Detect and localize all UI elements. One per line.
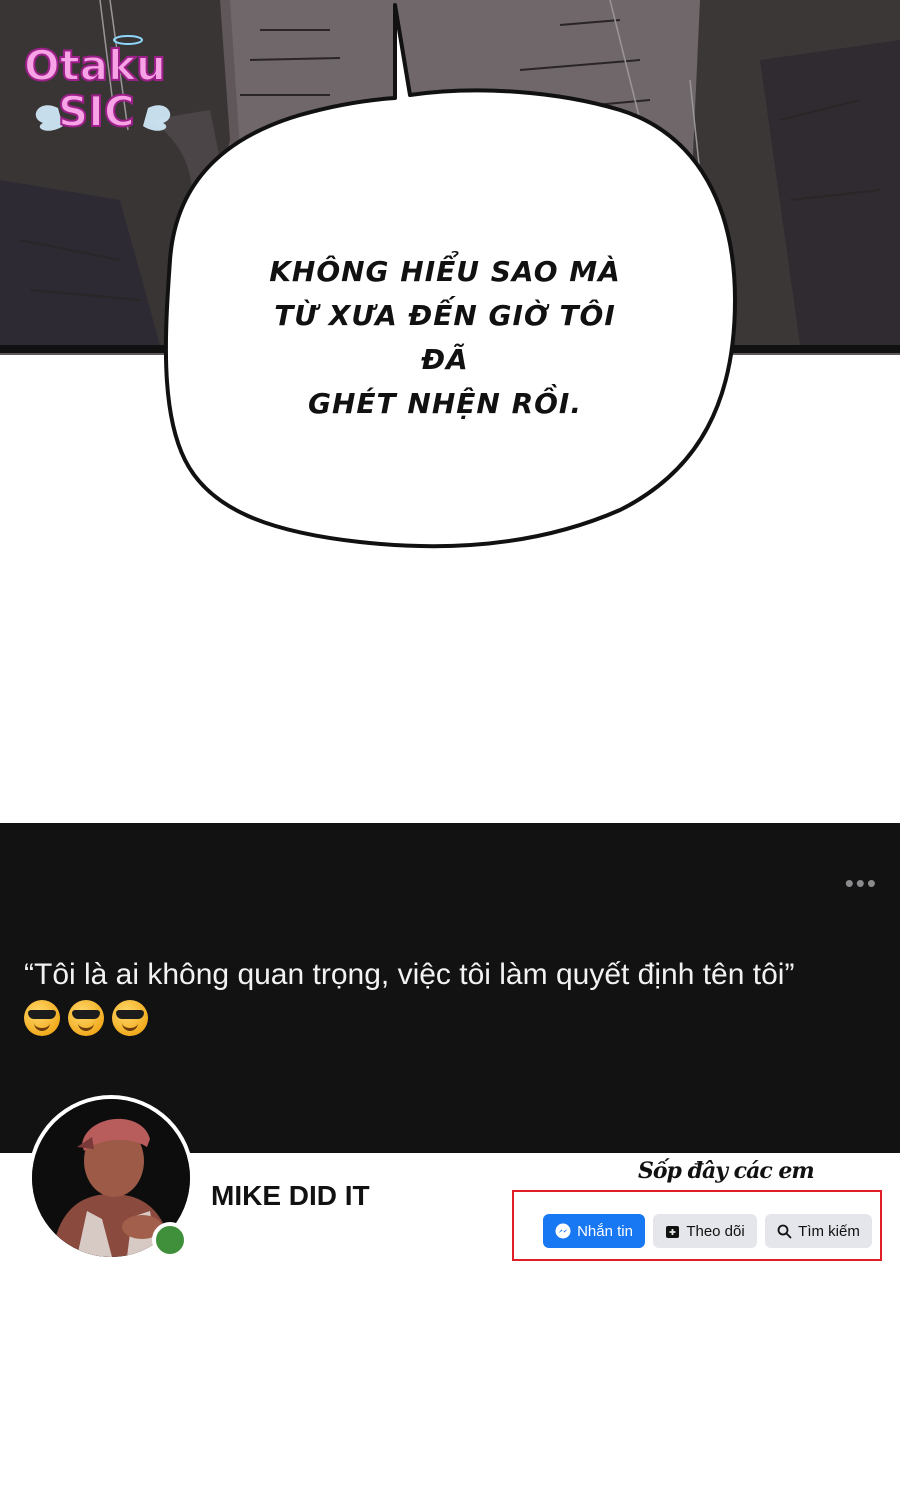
- search-button-label: Tìm kiếm: [798, 1222, 860, 1240]
- emoji-row: [24, 1000, 148, 1036]
- follow-button[interactable]: Theo dõi: [653, 1214, 757, 1248]
- message-button-label: Nhắn tin: [577, 1222, 633, 1240]
- bubble-line: KHÔNG HIỂU SAO MÀ: [269, 255, 621, 288]
- sunglasses-emoji-icon: [112, 1000, 148, 1036]
- follow-button-label: Theo dõi: [686, 1222, 745, 1240]
- follow-icon: [666, 1225, 680, 1238]
- sunglasses-emoji-icon: [24, 1000, 60, 1036]
- bubble-line: GHÉT NHỆN RỒI.: [308, 387, 582, 420]
- search-icon: [777, 1224, 792, 1238]
- cover-quote: “Tôi là ai không quan trọng, việc tôi là…: [24, 958, 795, 991]
- annotation-text: Sốp đây các em: [638, 1158, 815, 1184]
- profile-name[interactable]: MIKE DID IT: [211, 1180, 370, 1212]
- more-options-icon[interactable]: •••: [845, 870, 878, 896]
- speech-bubble-text: KHÔNG HIỂU SAO MÀ TỪ XƯA ĐẾN GIỜ TÔI ĐÃ …: [250, 250, 640, 426]
- message-button[interactable]: Nhắn tin: [543, 1214, 645, 1248]
- sunglasses-emoji-icon: [68, 1000, 104, 1036]
- online-status-dot: [152, 1222, 188, 1258]
- search-button[interactable]: Tìm kiếm: [765, 1214, 872, 1248]
- bubble-line: TỪ XƯA ĐẾN GIỜ TÔI ĐÃ: [274, 299, 616, 376]
- messenger-icon: [555, 1223, 571, 1239]
